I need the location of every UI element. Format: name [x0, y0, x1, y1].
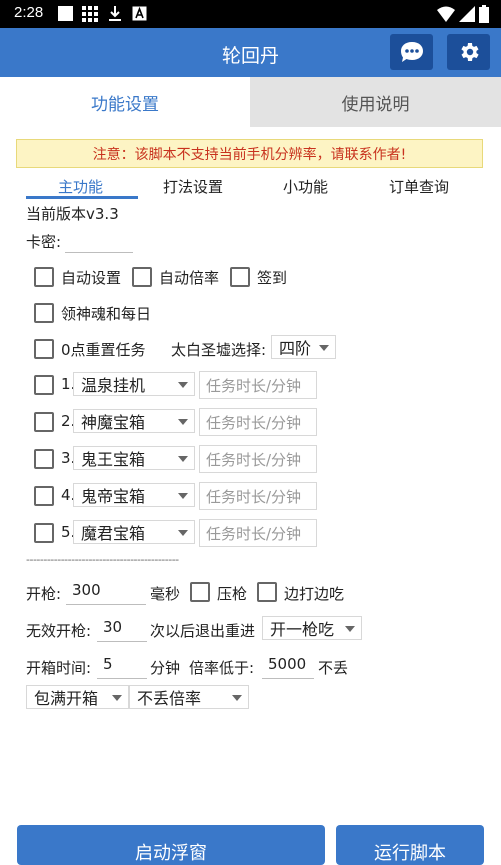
- auto-setting-checkbox[interactable]: [34, 267, 54, 287]
- dropdown-arrow-icon: [178, 530, 188, 536]
- reset-midnight-label: 0点重置任务: [61, 341, 146, 359]
- auto-setting-label: 自动设置: [61, 269, 122, 287]
- dropdown-arrow-icon: [112, 695, 122, 701]
- subtab-minor[interactable]: 小功能: [283, 176, 328, 197]
- card-key-input[interactable]: [65, 231, 133, 253]
- press-gun-label: 压枪: [217, 585, 248, 603]
- app-a-icon: [132, 6, 147, 21]
- drop-mode-select[interactable]: 不丢倍率: [129, 685, 249, 709]
- task-4-checkbox[interactable]: [34, 486, 54, 506]
- drop-mode-selected: 不丢倍率: [137, 689, 202, 708]
- task-1-name: 温泉挂机: [81, 376, 146, 395]
- settings-button[interactable]: [447, 34, 490, 70]
- tab-settings[interactable]: 功能设置: [0, 77, 250, 127]
- download-icon: [109, 6, 121, 21]
- rate-below-input[interactable]: 5000: [262, 655, 314, 679]
- subtab-orders[interactable]: 订单查询: [389, 176, 449, 197]
- start-float-button[interactable]: 启动浮窗: [17, 825, 325, 865]
- run-script-button[interactable]: 运行脚本: [336, 825, 484, 865]
- dropdown-arrow-icon: [178, 382, 188, 388]
- grid-icon: [82, 6, 98, 22]
- dropdown-arrow-icon: [178, 456, 188, 462]
- resolution-notice: 注意：该脚本不支持当前手机分辨率，请联系作者!: [16, 139, 483, 168]
- taibai-selected: 四阶: [279, 339, 312, 358]
- chest-time-label: 开箱时间:: [26, 659, 92, 677]
- gear-icon: [460, 43, 479, 61]
- auto-multiplier-label: 自动倍率: [159, 269, 220, 287]
- checkin-checkbox[interactable]: [230, 267, 250, 287]
- invalid-fire-input[interactable]: 30: [97, 618, 147, 642]
- task-3-select[interactable]: 鬼王宝箱: [73, 446, 195, 470]
- active-tab-indicator: [26, 196, 138, 199]
- task-4-select[interactable]: 鬼帝宝箱: [73, 483, 195, 507]
- dropdown-arrow-icon: [178, 493, 188, 499]
- wifi-icon: [437, 6, 455, 22]
- invalid-fire-label: 无效开枪:: [26, 622, 92, 640]
- subtab-main[interactable]: 主功能: [58, 176, 103, 197]
- rate-below-suffix: 不丢: [318, 659, 349, 677]
- notification-icon: [58, 6, 73, 21]
- task-4-name: 鬼帝宝箱: [81, 487, 146, 506]
- task-1-checkbox[interactable]: [34, 375, 54, 395]
- checkin-label: 签到: [257, 269, 288, 287]
- strafe-eat-label: 边打边吃: [284, 585, 345, 603]
- chest-mode-selected: 包满开箱: [34, 689, 99, 708]
- section-divider: ----------------------------------------…: [26, 553, 179, 566]
- invalid-action-selected: 开一枪吃: [270, 620, 335, 639]
- chest-time-input[interactable]: 5: [97, 655, 147, 679]
- status-time: 2:28: [14, 4, 44, 21]
- rate-below-label: 倍率低于:: [189, 659, 255, 677]
- task-3-duration-input[interactable]: 任务时长/分钟: [199, 445, 317, 473]
- press-gun-checkbox[interactable]: [190, 582, 210, 602]
- task-5-name: 魔君宝箱: [81, 524, 146, 543]
- task-1-duration-input[interactable]: 任务时长/分钟: [199, 371, 317, 399]
- chest-time-unit: 分钟: [150, 659, 181, 677]
- signal-icon: [459, 6, 475, 22]
- auto-multiplier-checkbox[interactable]: [132, 267, 152, 287]
- task-2-duration-input[interactable]: 任务时长/分钟: [199, 408, 317, 436]
- subtab-combat[interactable]: 打法设置: [163, 176, 223, 197]
- soul-daily-checkbox[interactable]: [34, 303, 54, 323]
- fire-unit-label: 毫秒: [150, 585, 181, 603]
- message-button[interactable]: [390, 34, 433, 70]
- dropdown-arrow-icon: [232, 695, 242, 701]
- version-label: 当前版本v3.3: [26, 205, 119, 223]
- task-2-select[interactable]: 神魔宝箱: [73, 409, 195, 433]
- chest-mode-select[interactable]: 包满开箱: [26, 685, 129, 709]
- battery-icon: [479, 5, 489, 23]
- task-5-select[interactable]: 魔君宝箱: [73, 520, 195, 544]
- invalid-action-select[interactable]: 开一枪吃: [262, 616, 362, 640]
- task-2-name: 神魔宝箱: [81, 413, 146, 432]
- fire-label: 开枪:: [26, 585, 62, 603]
- card-key-label: 卡密:: [26, 233, 62, 251]
- dropdown-arrow-icon: [178, 419, 188, 425]
- task-1-select[interactable]: 温泉挂机: [73, 372, 195, 396]
- task-4-duration-input[interactable]: 任务时长/分钟: [199, 482, 317, 510]
- tab-usage[interactable]: 使用说明: [250, 77, 501, 127]
- app-header: 轮回丹: [0, 28, 501, 77]
- task-3-name: 鬼王宝箱: [81, 450, 146, 469]
- fire-interval-input[interactable]: 300: [66, 581, 146, 605]
- taibai-label: 太白圣墟选择:: [171, 341, 267, 359]
- invalid-fire-suffix: 次以后退出重进: [150, 622, 256, 640]
- status-bar: 2:28: [0, 0, 501, 28]
- soul-daily-label: 领神魂和每日: [61, 305, 152, 323]
- task-3-checkbox[interactable]: [34, 449, 54, 469]
- task-2-checkbox[interactable]: [34, 412, 54, 432]
- reset-midnight-checkbox[interactable]: [34, 339, 54, 359]
- dropdown-arrow-icon: [319, 345, 329, 351]
- task-5-checkbox[interactable]: [34, 523, 54, 543]
- chat-bubble-icon: [400, 42, 423, 62]
- taibai-select[interactable]: 四阶: [271, 335, 336, 359]
- dropdown-arrow-icon: [345, 626, 355, 632]
- task-5-duration-input[interactable]: 任务时长/分钟: [199, 519, 317, 547]
- strafe-eat-checkbox[interactable]: [257, 582, 277, 602]
